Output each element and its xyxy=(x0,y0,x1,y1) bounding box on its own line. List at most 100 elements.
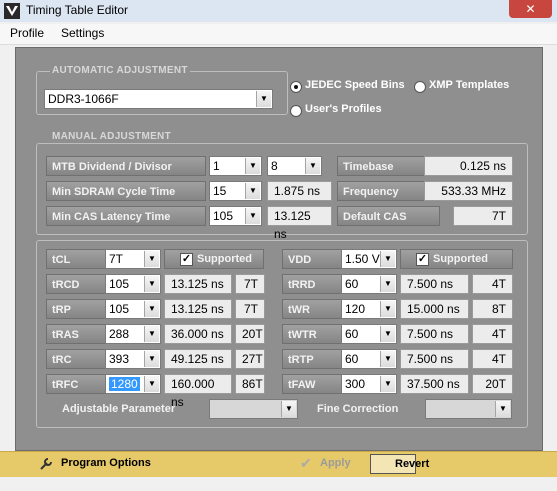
footer-bar: Program Options ✔ Apply Revert xyxy=(0,451,557,478)
trcd-t-value: 7T xyxy=(235,274,265,294)
adjustable-parameter-label: Adjustable Parameter xyxy=(62,403,176,415)
revert-button[interactable]: Revert xyxy=(370,454,429,474)
automatic-adjustment-legend: AUTOMATIC ADJUSTMENT xyxy=(50,65,190,76)
chevron-down-icon: ▼ xyxy=(144,301,159,317)
menu-profile[interactable]: Profile xyxy=(10,26,44,40)
title-bar: Timing Table Editor ✕ xyxy=(0,0,557,22)
manual-adjustment-legend: MANUAL ADJUSTMENT xyxy=(50,131,173,142)
trtp-ns-value: 7.500 ns xyxy=(400,349,469,369)
menu-settings[interactable]: Settings xyxy=(61,26,104,40)
twr-ns-value: 15.000 ns xyxy=(400,299,469,319)
trtp-t-value: 4T xyxy=(472,349,513,369)
check-icon: ✓ xyxy=(181,253,192,265)
tfaw-ns-value: 37.500 ns xyxy=(400,374,469,394)
mtb-dividend-value: 1 xyxy=(213,159,220,173)
cas-latency-select[interactable]: 105 ▼ xyxy=(209,206,262,226)
default-cas-value: 7T xyxy=(453,206,513,226)
chevron-down-icon: ▼ xyxy=(380,326,395,342)
trrd-select[interactable]: 60 ▼ xyxy=(341,274,397,294)
jedec-speed-bins-radio[interactable] xyxy=(290,81,302,93)
xmp-templates-radio[interactable] xyxy=(414,81,426,93)
chevron-down-icon: ▼ xyxy=(256,91,271,107)
tras-select[interactable]: 288 ▼ xyxy=(105,324,161,344)
trp-select[interactable]: 105 ▼ xyxy=(105,299,161,319)
trrd-t-value: 4T xyxy=(472,274,513,294)
chevron-down-icon: ▼ xyxy=(144,326,159,342)
tfaw-select-value: 300 xyxy=(345,377,366,391)
tras-select-value: 288 xyxy=(109,327,130,341)
tcl-select[interactable]: 7T ▼ xyxy=(105,249,161,269)
cycle-time-label: Min SDRAM Cycle Time xyxy=(46,181,206,201)
close-button[interactable]: ✕ xyxy=(509,0,552,18)
menu-bar: Profile Settings xyxy=(0,24,557,45)
jedec-speed-bins-label: JEDEC Speed Bins xyxy=(305,79,405,91)
chevron-down-icon: ▼ xyxy=(245,158,260,174)
vdd-select-value: 1.50 V xyxy=(345,252,380,266)
trc-select[interactable]: 393 ▼ xyxy=(105,349,161,369)
vdd-supported-label: Supported xyxy=(433,253,488,265)
trp-t-value: 7T xyxy=(235,299,265,319)
tras-ns-value: 36.000 ns xyxy=(164,324,232,344)
trp-select-value: 105 xyxy=(109,302,130,316)
mtb-divisor-select[interactable]: 8 ▼ xyxy=(267,156,322,176)
trcd-select[interactable]: 105 ▼ xyxy=(105,274,161,294)
profile-select-value: DDR3-1066F xyxy=(48,92,119,106)
program-options-button[interactable]: Program Options xyxy=(61,457,151,469)
twtr-select[interactable]: 60 ▼ xyxy=(341,324,397,344)
adjustable-parameter-select[interactable]: ▼ xyxy=(209,399,298,419)
chevron-down-icon: ▼ xyxy=(380,351,395,367)
mtb-divisor-value: 8 xyxy=(271,159,278,173)
mtb-label: MTB Dividend / Divisor xyxy=(46,156,206,176)
chevron-down-icon: ▼ xyxy=(245,183,260,199)
chevron-down-icon: ▼ xyxy=(245,208,260,224)
trrd-ns-value: 7.500 ns xyxy=(400,274,469,294)
chevron-down-icon: ▼ xyxy=(281,401,296,417)
close-icon: ✕ xyxy=(525,2,536,16)
main-panel: AUTOMATIC ADJUSTMENT DDR3-1066F ▼ JEDEC … xyxy=(15,47,543,451)
trc-select-value: 393 xyxy=(109,352,130,366)
chevron-down-icon: ▼ xyxy=(380,301,395,317)
app-logo-icon xyxy=(4,3,20,19)
trtp-select[interactable]: 60 ▼ xyxy=(341,349,397,369)
trcd-select-value: 105 xyxy=(109,277,130,291)
trcd-ns-value: 13.125 ns xyxy=(164,274,232,294)
profile-select[interactable]: DDR3-1066F ▼ xyxy=(44,89,273,109)
tfaw-t-value: 20T xyxy=(472,374,513,394)
users-profiles-radio[interactable] xyxy=(290,105,302,117)
tras-t-value: 20T xyxy=(235,324,265,344)
fine-correction-select[interactable]: ▼ xyxy=(425,399,512,419)
vdd-supported-checkbox[interactable]: ✓ xyxy=(416,253,429,266)
trfc-select[interactable]: 1280 ▼ xyxy=(105,374,161,394)
mtb-dividend-select[interactable]: 1 ▼ xyxy=(209,156,262,176)
tcl-select-value: 7T xyxy=(109,252,124,266)
cycle-time-select[interactable]: 15 ▼ xyxy=(209,181,262,201)
apply-button[interactable]: Apply xyxy=(320,457,351,469)
twr-select[interactable]: 120 ▼ xyxy=(341,299,397,319)
chevron-down-icon: ▼ xyxy=(380,276,395,292)
tcl-supported-checkbox[interactable]: ✓ xyxy=(180,253,193,266)
chevron-down-icon: ▼ xyxy=(144,351,159,367)
check-icon: ✓ xyxy=(417,253,428,265)
trp-ns-value: 13.125 ns xyxy=(164,299,232,319)
trc-t-value: 27T xyxy=(235,349,265,369)
twtr-ns-value: 7.500 ns xyxy=(400,324,469,344)
status-bar xyxy=(0,477,557,491)
tfaw-select[interactable]: 300 ▼ xyxy=(341,374,397,394)
chevron-down-icon: ▼ xyxy=(144,276,159,292)
trfc-t-value: 86T xyxy=(235,374,265,394)
trc-ns-value: 49.125 ns xyxy=(164,349,232,369)
chevron-down-icon: ▼ xyxy=(144,251,159,267)
vdd-select[interactable]: 1.50 V ▼ xyxy=(341,249,397,269)
chevron-down-icon: ▼ xyxy=(495,401,510,417)
default-cas-label: Default CAS xyxy=(337,206,440,226)
cycle-time-value: 1.875 ns xyxy=(267,181,332,201)
trtp-select-value: 60 xyxy=(345,352,359,366)
cas-latency-label: Min CAS Latency Time xyxy=(46,206,206,226)
twr-select-value: 120 xyxy=(345,302,366,316)
xmp-templates-label: XMP Templates xyxy=(429,79,510,91)
trfc-select-value: 1280 xyxy=(109,377,140,391)
tcl-supported-label: Supported xyxy=(197,253,252,265)
twtr-t-value: 4T xyxy=(472,324,513,344)
trrd-select-value: 60 xyxy=(345,277,359,291)
chevron-down-icon: ▼ xyxy=(380,251,395,267)
